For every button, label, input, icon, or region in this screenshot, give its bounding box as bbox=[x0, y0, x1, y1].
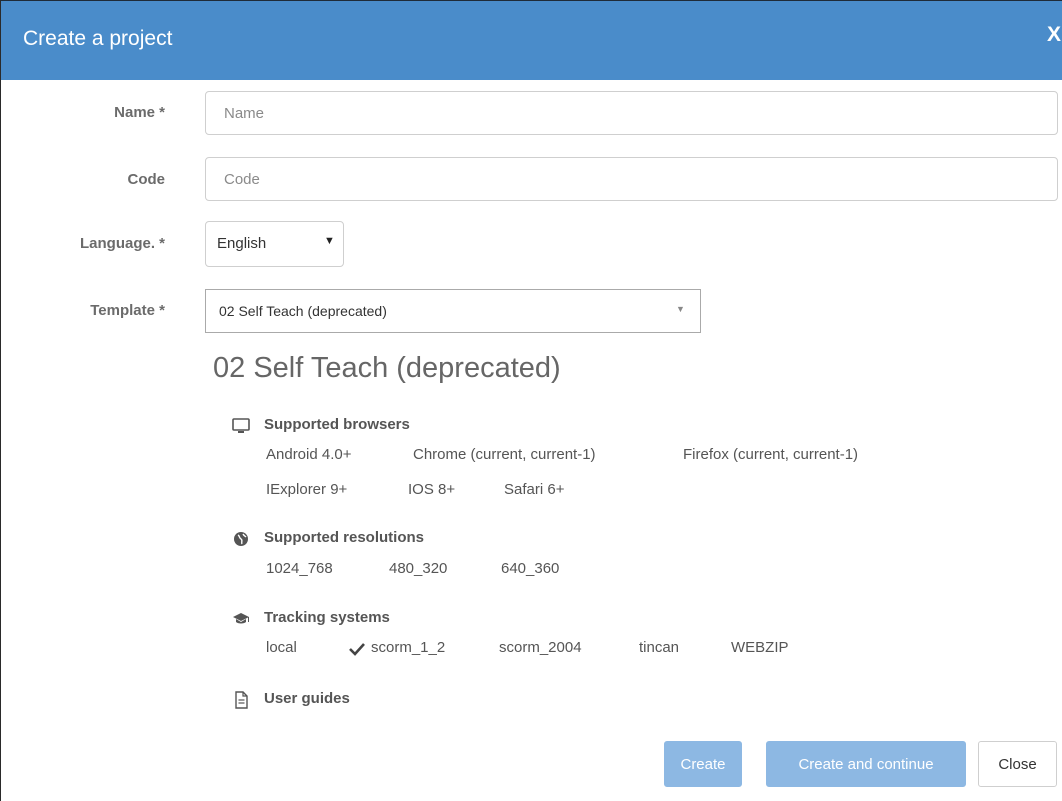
template-select[interactable]: 02 Self Teach (deprecated) ▼ bbox=[205, 289, 701, 333]
tracking-tag: WEBZIP bbox=[731, 639, 789, 656]
template-heading: 02 Self Teach (deprecated) bbox=[213, 352, 561, 384]
browser-tag: Android 4.0+ bbox=[266, 446, 352, 463]
browser-tag: Chrome (current, current-1) bbox=[413, 446, 596, 463]
create-and-continue-button[interactable]: Create and continue bbox=[766, 741, 966, 787]
resolution-tag: 1024_768 bbox=[266, 560, 333, 577]
caret-down-icon: ▼ bbox=[676, 304, 685, 314]
language-label: Language. * bbox=[79, 235, 165, 252]
check-icon bbox=[349, 643, 365, 656]
monitor-icon bbox=[232, 418, 250, 433]
close-icon[interactable]: X bbox=[1047, 23, 1062, 47]
create-button[interactable]: Create bbox=[664, 741, 742, 787]
template-selected-value: 02 Self Teach (deprecated) bbox=[219, 303, 387, 319]
template-label: Template * bbox=[90, 302, 165, 319]
tracking-tag: local bbox=[266, 639, 297, 656]
tracking-systems-title: Tracking systems bbox=[264, 609, 390, 626]
document-icon bbox=[235, 691, 248, 709]
resolution-tag: 640_360 bbox=[501, 560, 560, 577]
close-button[interactable]: Close bbox=[978, 741, 1057, 787]
language-select[interactable]: English ▼ bbox=[205, 221, 344, 267]
language-selected-value: English bbox=[217, 235, 267, 252]
code-input[interactable] bbox=[205, 157, 1058, 201]
browser-tag: IExplorer 9+ bbox=[266, 481, 348, 498]
tracking-tag: tincan bbox=[639, 639, 680, 656]
tracking-tag-checked: scorm_1_2 bbox=[371, 639, 446, 656]
globe-icon bbox=[234, 532, 248, 546]
browser-tag: Safari 6+ bbox=[504, 481, 565, 498]
user-guides-title[interactable]: User guides bbox=[264, 690, 350, 707]
browser-tag: Firefox (current, current-1) bbox=[683, 446, 859, 463]
name-input[interactable] bbox=[205, 91, 1058, 135]
dialog-title: Create a project bbox=[23, 27, 173, 50]
code-label: Code bbox=[127, 171, 166, 188]
dialog-header: Create a project X bbox=[1, 0, 1062, 80]
browser-tag: IOS 8+ bbox=[408, 481, 456, 498]
supported-resolutions-title: Supported resolutions bbox=[264, 529, 425, 546]
tracking-tag: scorm_2004 bbox=[499, 639, 582, 656]
create-project-dialog: Create a project X Name * Code Language.… bbox=[0, 0, 1062, 801]
caret-down-icon: ▼ bbox=[324, 235, 335, 247]
graduation-cap-icon bbox=[233, 613, 249, 624]
name-label: Name * bbox=[114, 104, 165, 121]
supported-browsers-title: Supported browsers bbox=[264, 416, 410, 433]
resolution-tag: 480_320 bbox=[389, 560, 448, 577]
